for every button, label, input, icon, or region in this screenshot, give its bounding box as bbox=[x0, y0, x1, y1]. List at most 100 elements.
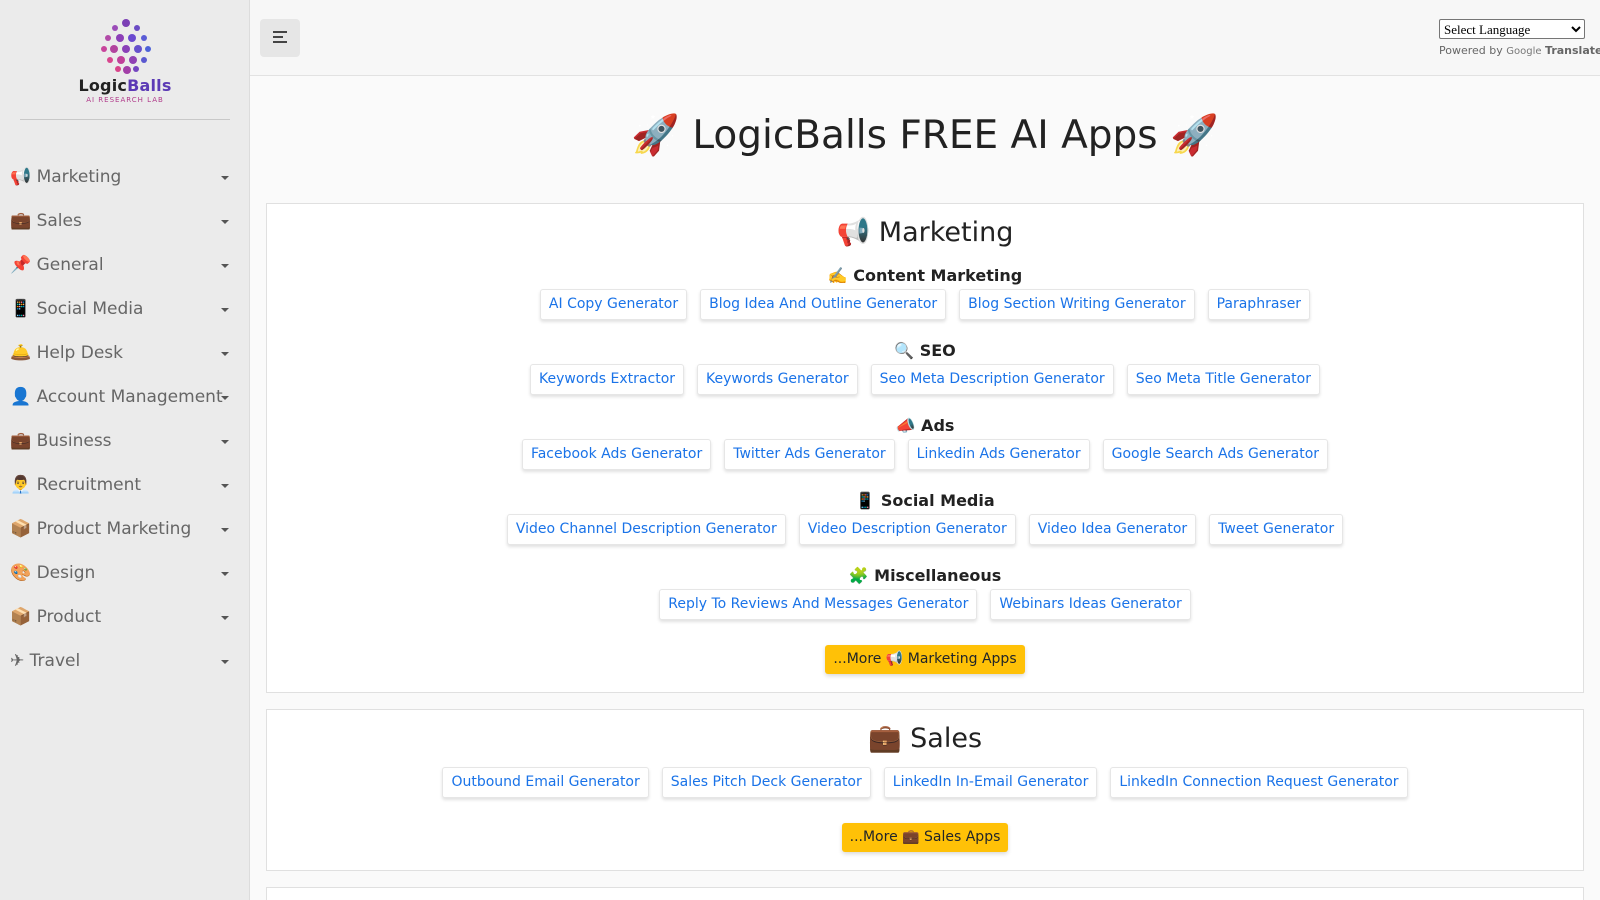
package-icon: 📦 bbox=[10, 607, 32, 627]
sidebar-item-social-media[interactable]: 📱 Social Media bbox=[0, 290, 250, 330]
sidebar-item-label: 📦 Product Marketing bbox=[10, 519, 192, 539]
app-link[interactable]: Paraphraser bbox=[1207, 289, 1311, 320]
section-title-sales: 💼 Sales bbox=[867, 723, 983, 754]
app-link[interactable]: Seo Meta Description Generator bbox=[870, 364, 1114, 395]
group-title-social-media: 📱 Social Media bbox=[855, 491, 995, 510]
caret-down-icon bbox=[221, 528, 229, 532]
sidebar-item-design[interactable]: 🎨 Design bbox=[0, 554, 250, 594]
app-link[interactable]: Video Channel Description Generator bbox=[506, 514, 786, 545]
caret-down-icon bbox=[221, 616, 229, 620]
app-link[interactable]: Twitter Ads Generator bbox=[724, 439, 895, 470]
app-link[interactable]: Tweet Generator bbox=[1209, 514, 1344, 545]
sidebar-item-product-marketing[interactable]: 📦 Product Marketing bbox=[0, 510, 250, 550]
marketing-section-card: 📢 Marketing ✍️ Content Marketing AI Copy… bbox=[266, 203, 1584, 693]
app-row-seo: Keywords Extractor Keywords Generator Se… bbox=[267, 364, 1583, 395]
google-translate-attribution: Powered by Google Translate bbox=[1439, 44, 1600, 57]
group-title-seo: 🔍 SEO bbox=[894, 341, 956, 360]
palette-icon: 🎨 bbox=[10, 563, 32, 583]
app-link[interactable]: Reply To Reviews And Messages Generator bbox=[659, 589, 978, 620]
pin-icon: 📌 bbox=[10, 255, 32, 275]
app-link[interactable]: Blog Section Writing Generator bbox=[959, 289, 1195, 320]
top-bar: Select Language Powered by Google Transl… bbox=[250, 0, 1600, 76]
sidebar-item-label: 📱 Social Media bbox=[10, 299, 144, 319]
sidebar-item-label: 👨‍💼 Recruitment bbox=[10, 475, 142, 495]
sidebar-item-label: 👤 Account Management bbox=[10, 387, 223, 407]
sidebar-item-help-desk[interactable]: 🛎️ Help Desk bbox=[0, 334, 250, 374]
logo-name-part2: Balls bbox=[127, 76, 172, 95]
menu-icon-line bbox=[273, 41, 287, 43]
app-row-miscellaneous: Reply To Reviews And Messages Generator … bbox=[267, 589, 1583, 620]
app-link[interactable]: Outbound Email Generator bbox=[442, 767, 649, 798]
more-button-wrap: ...More 💼 Sales Apps bbox=[267, 823, 1583, 852]
translate-link[interactable]: Translate bbox=[1545, 44, 1600, 57]
app-link[interactable]: Sales Pitch Deck Generator bbox=[661, 767, 871, 798]
sidebar-item-label: 📢 Marketing bbox=[10, 167, 122, 187]
caret-down-icon bbox=[221, 220, 229, 224]
app-link[interactable]: Webinars Ideas Generator bbox=[990, 589, 1191, 620]
powered-by-label: Powered by bbox=[1439, 44, 1503, 57]
sidebar: LogicBalls AI RESEARCH LAB 📢 Marketing 💼… bbox=[0, 0, 250, 900]
app-link[interactable]: LinkedIn In-Email Generator bbox=[883, 767, 1098, 798]
app-link[interactable]: Blog Idea And Outline Generator bbox=[700, 289, 947, 320]
more-marketing-apps-button[interactable]: ...More 📢 Marketing Apps bbox=[825, 645, 1025, 674]
sidebar-item-label: 💼 Business bbox=[10, 431, 112, 451]
section-title-marketing: 📢 Marketing bbox=[836, 217, 1014, 248]
menu-icon bbox=[273, 31, 287, 33]
group-title-content-marketing: ✍️ Content Marketing bbox=[827, 266, 1023, 285]
sidebar-item-label: 🎨 Design bbox=[10, 563, 96, 583]
sidebar-item-business[interactable]: 💼 Business bbox=[0, 422, 250, 462]
megaphone-icon: 📢 bbox=[10, 167, 32, 187]
app-link[interactable]: Keywords Extractor bbox=[530, 364, 685, 395]
briefcase-icon: 💼 bbox=[10, 431, 32, 451]
google-logo: Google bbox=[1506, 46, 1542, 57]
app-link[interactable]: Linkedin Ads Generator bbox=[907, 439, 1090, 470]
caret-down-icon bbox=[221, 264, 229, 268]
app-link[interactable]: Facebook Ads Generator bbox=[521, 439, 712, 470]
sidebar-item-sales[interactable]: 💼 Sales bbox=[0, 202, 250, 242]
app-row-content-marketing: AI Copy Generator Blog Idea And Outline … bbox=[267, 289, 1583, 320]
menu-icon-line bbox=[273, 36, 283, 38]
language-select[interactable]: Select Language bbox=[1439, 19, 1585, 39]
caret-down-icon bbox=[221, 484, 229, 488]
app-link[interactable]: Video Description Generator bbox=[798, 514, 1016, 545]
sidebar-item-recruitment[interactable]: 👨‍💼 Recruitment bbox=[0, 466, 250, 506]
app-link[interactable]: Keywords Generator bbox=[697, 364, 858, 395]
airplane-icon: ✈ bbox=[10, 651, 25, 671]
sidebar-item-account-management[interactable]: 👤 Account Management bbox=[0, 378, 250, 418]
app-link[interactable]: Seo Meta Title Generator bbox=[1126, 364, 1320, 395]
caret-down-icon bbox=[221, 308, 229, 312]
mobile-phone-icon: 📱 bbox=[10, 299, 32, 319]
package-icon: 📦 bbox=[10, 519, 32, 539]
bell-icon: 🛎️ bbox=[10, 343, 32, 363]
caret-down-icon bbox=[221, 176, 229, 180]
app-row-sales: Outbound Email Generator Sales Pitch Dec… bbox=[267, 767, 1583, 798]
app-link[interactable]: Google Search Ads Generator bbox=[1102, 439, 1329, 470]
caret-down-icon bbox=[221, 396, 229, 400]
sidebar-item-travel[interactable]: ✈ Travel bbox=[0, 642, 250, 682]
next-section-card bbox=[266, 887, 1584, 900]
sidebar-item-product[interactable]: 📦 Product bbox=[0, 598, 250, 638]
logo-name: LogicBalls bbox=[0, 76, 250, 95]
page-title: 🚀 LogicBalls FREE AI Apps 🚀 bbox=[631, 113, 1219, 158]
logo[interactable]: LogicBalls AI RESEARCH LAB bbox=[0, 18, 250, 108]
sidebar-item-label: 📌 General bbox=[10, 255, 104, 275]
sidebar-item-label: 💼 Sales bbox=[10, 211, 82, 231]
logo-icon bbox=[101, 19, 151, 74]
sidebar-divider bbox=[20, 119, 230, 120]
app-link[interactable]: Video Idea Generator bbox=[1028, 514, 1197, 545]
sidebar-item-general[interactable]: 📌 General bbox=[0, 246, 250, 286]
sales-section-card: 💼 Sales Outbound Email Generator Sales P… bbox=[266, 709, 1584, 871]
more-sales-apps-button[interactable]: ...More 💼 Sales Apps bbox=[841, 823, 1009, 852]
caret-down-icon bbox=[221, 352, 229, 356]
sidebar-item-label: 📦 Product bbox=[10, 607, 102, 627]
sidebar-item-marketing[interactable]: 📢 Marketing bbox=[0, 158, 250, 198]
logo-name-part1: Logic bbox=[78, 76, 128, 95]
app-link[interactable]: LinkedIn Connection Request Generator bbox=[1110, 767, 1408, 798]
sidebar-toggle-button[interactable] bbox=[260, 19, 300, 57]
briefcase-icon: 💼 bbox=[10, 211, 32, 231]
logo-tagline: AI RESEARCH LAB bbox=[86, 96, 164, 104]
more-button-wrap: ...More 📢 Marketing Apps bbox=[267, 645, 1583, 674]
app-link[interactable]: AI Copy Generator bbox=[539, 289, 688, 320]
group-title-miscellaneous: 🧩 Miscellaneous bbox=[848, 566, 1002, 585]
caret-down-icon bbox=[221, 660, 229, 664]
